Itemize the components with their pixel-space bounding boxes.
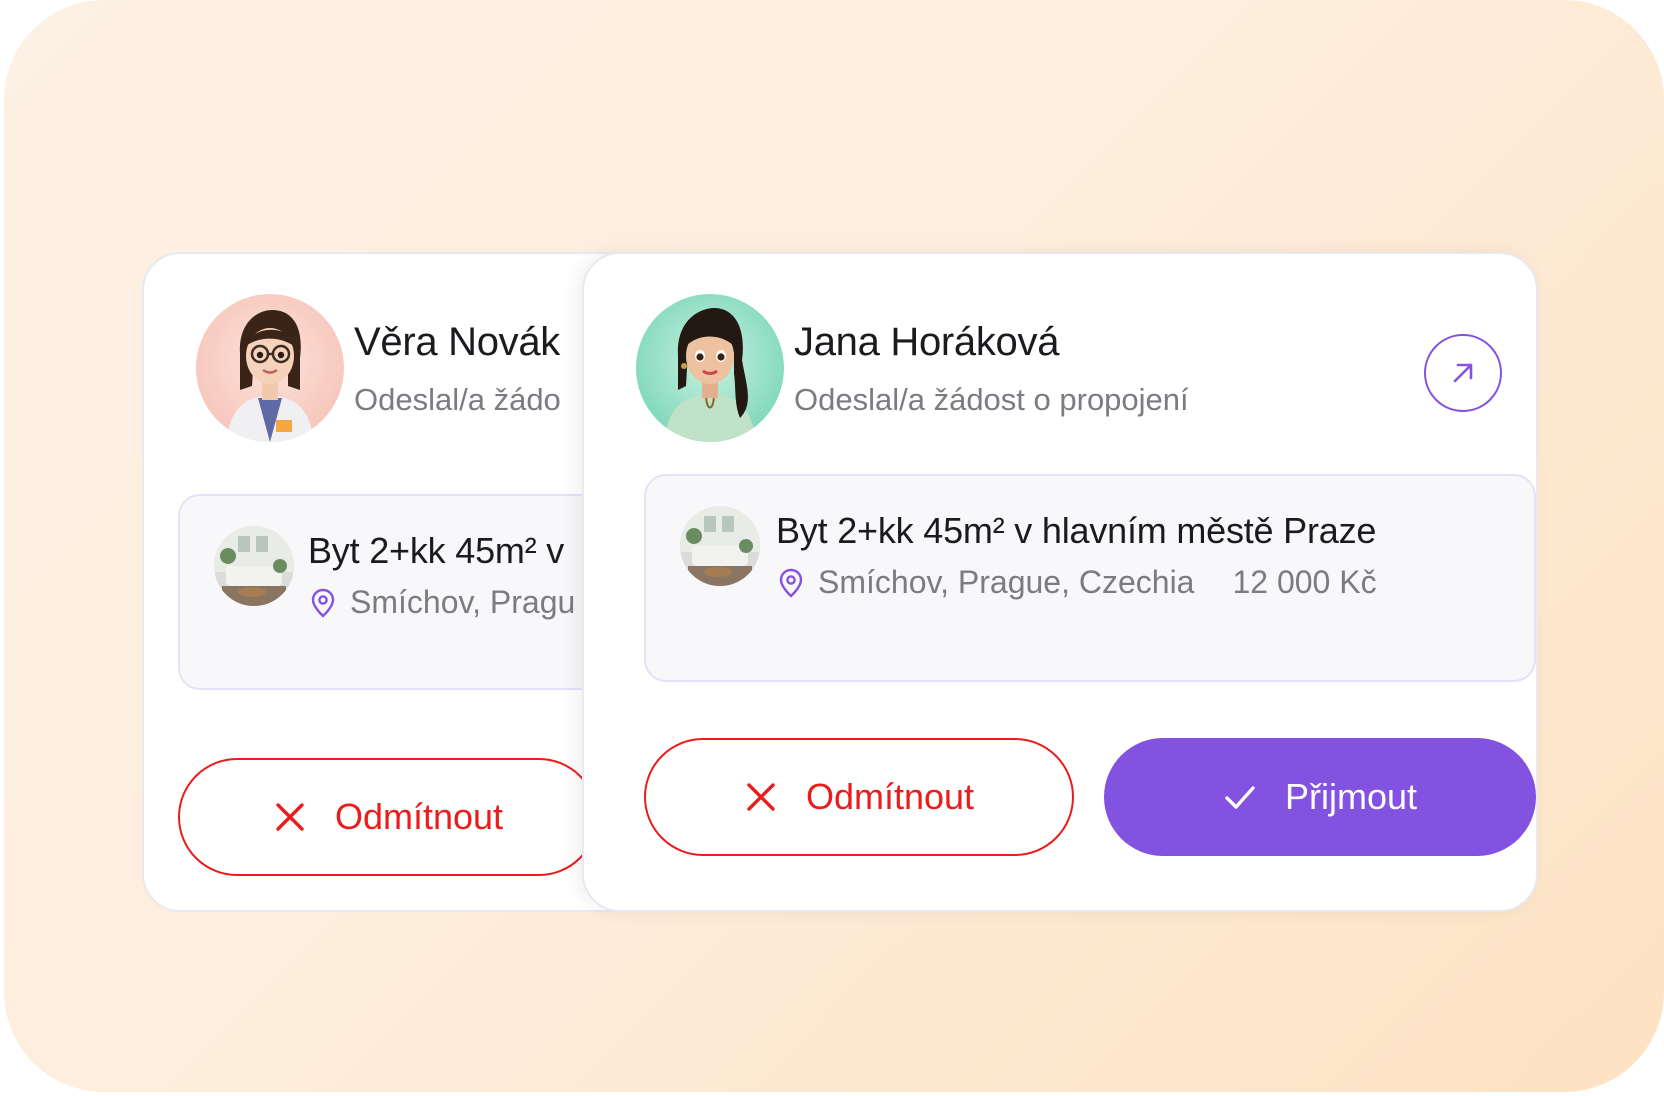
avatar-jana xyxy=(636,294,784,442)
reject-label: Odmítnout xyxy=(805,776,975,817)
listing-price: 12 000 Kč xyxy=(1232,564,1377,600)
arrow-up-right-icon xyxy=(1453,363,1473,383)
requester-name: Věra Novák xyxy=(354,320,560,364)
reject-button[interactable]: Odmítnout xyxy=(178,758,598,876)
listing-thumbnail xyxy=(680,506,760,586)
close-icon xyxy=(747,783,775,811)
listing-location: Smíchov, Prague, Czechia 12 000 Kč xyxy=(778,564,1377,601)
listing-title: Byt 2+kk 45m² v xyxy=(308,530,565,571)
connection-request-card-jana: Jana Horáková Odeslal/a žádost o propoje… xyxy=(582,252,1538,912)
check-icon xyxy=(1225,786,1255,809)
map-pin-icon xyxy=(311,588,335,618)
accept-label: Přijmout xyxy=(1284,776,1418,817)
request-status-text: Odeslal/a žádost o propojení xyxy=(794,382,1189,417)
listing-location: Smíchov, Pragu xyxy=(310,584,575,621)
listing-preview[interactable]: Byt 2+kk 45m² v hlavním městě Praze Smíc… xyxy=(644,474,1536,682)
requester-name: Jana Horáková xyxy=(794,320,1060,364)
location-text: Smíchov, Prague, Czechia xyxy=(818,564,1195,600)
reject-button[interactable]: Odmítnout xyxy=(644,738,1074,856)
accept-button[interactable]: Přijmout xyxy=(1104,738,1536,856)
location-text: Smíchov, Pragu xyxy=(350,584,576,620)
listing-thumbnail xyxy=(214,526,294,606)
avatar-vera xyxy=(196,294,344,442)
map-pin-icon xyxy=(779,568,803,598)
reject-label: Odmítnout xyxy=(334,796,504,837)
open-profile-button[interactable] xyxy=(1424,334,1502,412)
background-panel: Věra Novák Odeslal/a žádo Byt 2+kk 45m² … xyxy=(4,0,1664,1092)
close-icon xyxy=(276,803,304,831)
listing-title: Byt 2+kk 45m² v hlavním městě Praze xyxy=(776,510,1377,551)
request-status-text: Odeslal/a žádo xyxy=(354,382,561,417)
